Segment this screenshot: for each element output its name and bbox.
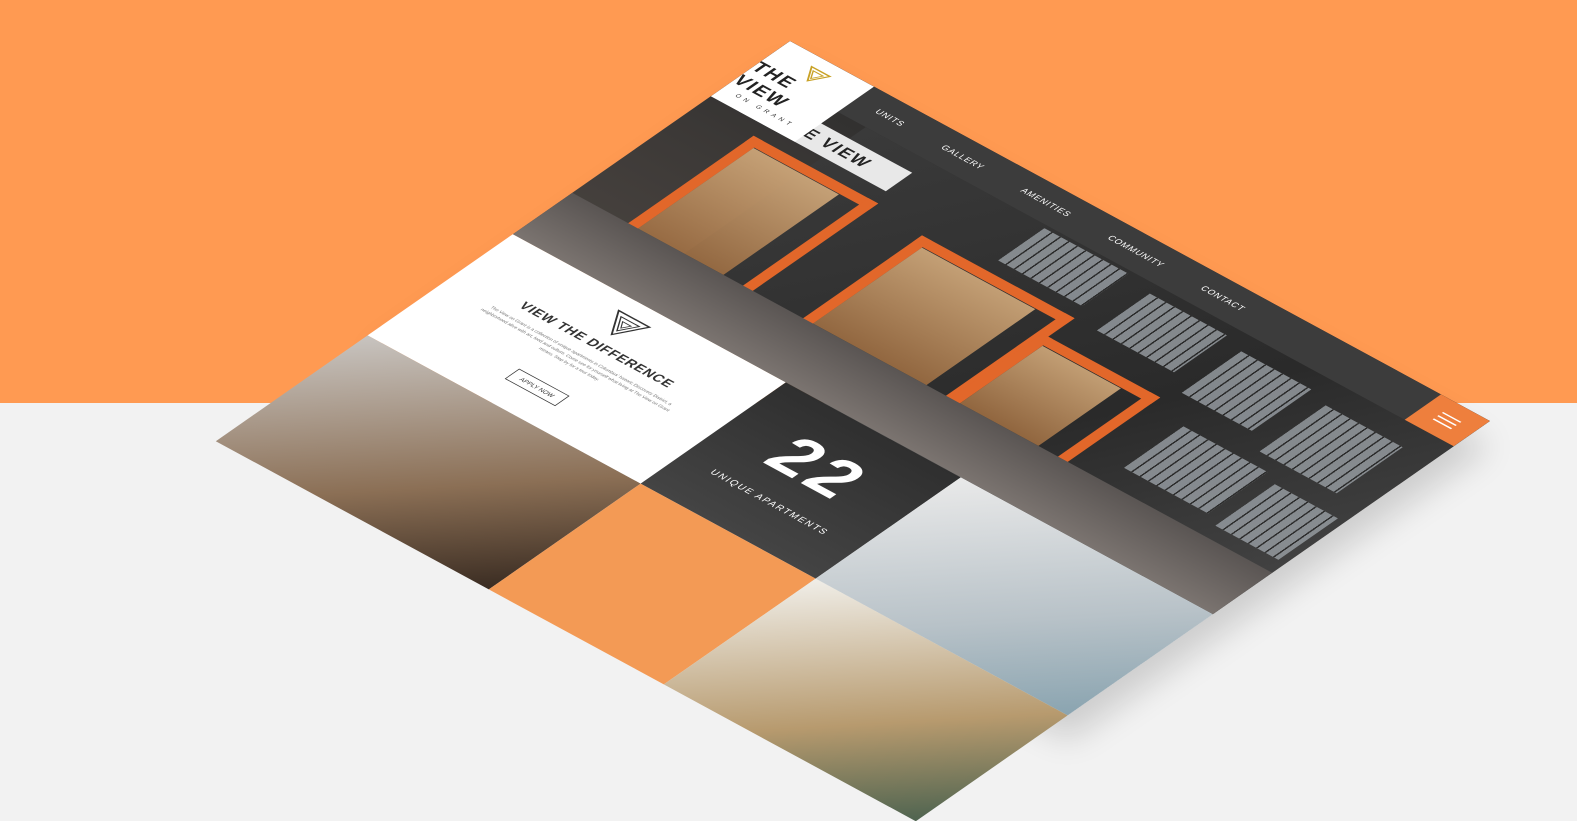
nav-item-contact[interactable]: CONTACT — [1198, 284, 1247, 312]
nav-item-amenities[interactable]: AMENITIES — [1018, 187, 1074, 218]
nav-item-units[interactable]: UNITS — [873, 108, 908, 128]
nav-item-gallery[interactable]: GALLERY — [939, 144, 987, 171]
menu-icon-line — [1442, 411, 1462, 423]
intro-body: The View on Grant is a collection of uni… — [478, 305, 673, 413]
apply-now-button[interactable]: APPLY NOW — [504, 368, 570, 407]
